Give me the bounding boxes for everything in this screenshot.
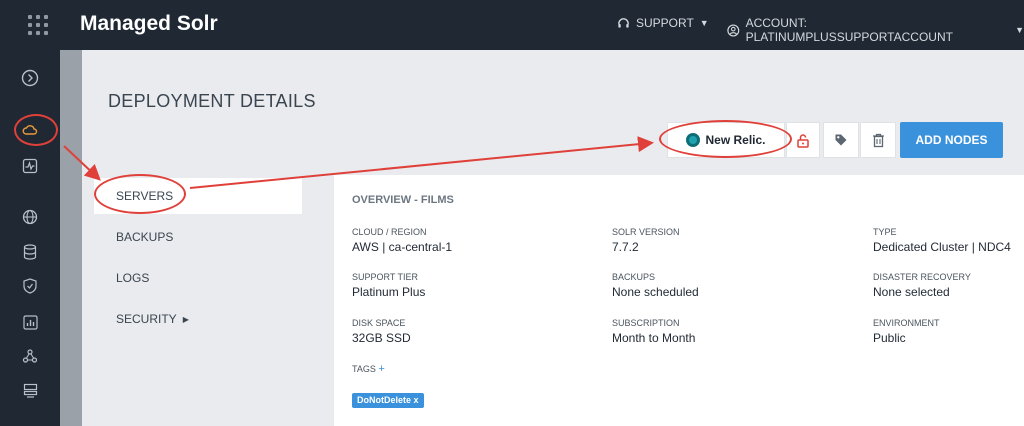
- field-value: None selected: [873, 285, 950, 299]
- tags-label-text: TAGS: [352, 364, 376, 374]
- add-nodes-button[interactable]: ADD NODES: [900, 122, 1003, 158]
- overview-title: OVERVIEW - FILMS: [352, 194, 454, 206]
- network-icon[interactable]: [20, 346, 40, 366]
- globe-icon[interactable]: [20, 207, 40, 227]
- tags-label: TAGS +: [352, 363, 385, 375]
- tag-button[interactable]: [823, 122, 859, 158]
- nav-item-backups[interactable]: BACKUPS: [94, 219, 302, 255]
- field-value: AWS | ca-central-1: [352, 240, 453, 254]
- headset-icon: [618, 17, 629, 28]
- nav-item-label: BACKUPS: [116, 230, 174, 244]
- support-menu[interactable]: SUPPORT ▼: [617, 16, 709, 30]
- field-value: None scheduled: [612, 285, 699, 299]
- delete-button[interactable]: [860, 122, 896, 158]
- field-label: TYPE: [873, 227, 897, 237]
- field-value: Public: [873, 331, 906, 345]
- field-value: Dedicated Cluster | NDC4: [873, 240, 1011, 254]
- activity-icon[interactable]: [20, 156, 40, 176]
- field-label: DISK SPACE: [352, 318, 406, 328]
- field-value: Platinum Plus: [352, 285, 426, 299]
- trash-icon: [872, 133, 884, 147]
- app-title: Managed Solr: [80, 12, 218, 35]
- chevron-down-icon: ▼: [1015, 25, 1024, 35]
- left-rail: [0, 50, 60, 426]
- annotation-circle: [94, 174, 186, 214]
- overview-panel: OVERVIEW - FILMS CLOUD / REGION AWS | ca…: [334, 175, 1024, 426]
- field-label: SOLR VERSION: [612, 227, 680, 237]
- account-menu[interactable]: ACCOUNT: PLATINUMPLUSSUPPORTACCOUNT ▼: [727, 16, 1024, 44]
- expand-icon[interactable]: [20, 68, 40, 88]
- page-title: DEPLOYMENT DETAILS: [108, 91, 316, 111]
- account-label: ACCOUNT: PLATINUMPLUSSUPPORTACCOUNT: [745, 16, 953, 44]
- nav-item-security[interactable]: SECURITY ▶: [94, 301, 302, 337]
- chevron-down-icon: ▼: [699, 18, 709, 28]
- chart-icon[interactable]: [20, 312, 40, 332]
- field-value: 32GB SSD: [352, 331, 411, 345]
- caret-right-icon: ▶: [182, 314, 189, 324]
- nav-item-logs[interactable]: LOGS: [94, 260, 302, 296]
- tag-chip[interactable]: DoNotDelete x: [352, 393, 424, 408]
- unlock-icon: [797, 133, 809, 148]
- annotation-circle: [14, 114, 58, 146]
- support-label: SUPPORT: [636, 16, 694, 30]
- field-value: Month to Month: [612, 331, 696, 345]
- nav-item-label: SECURITY: [116, 312, 177, 326]
- field-label: BACKUPS: [612, 272, 656, 282]
- tag-icon: [835, 134, 847, 146]
- top-bar: Managed Solr SUPPORT ▼ ACCOUNT: PLATINUM…: [0, 0, 1024, 50]
- field-label: DISASTER RECOVERY: [873, 272, 971, 282]
- field-label: CLOUD / REGION: [352, 227, 427, 237]
- field-label: SUPPORT TIER: [352, 272, 419, 282]
- secondary-gutter: [60, 50, 82, 426]
- shield-icon[interactable]: [20, 276, 40, 296]
- database-icon[interactable]: [20, 242, 40, 262]
- field-value: 7.7.2: [612, 240, 639, 254]
- user-icon: [727, 24, 740, 36]
- annotation-circle: [659, 120, 792, 158]
- main-content: DEPLOYMENT DETAILS New Relic. ADD NODES …: [82, 50, 1024, 426]
- add-tag-button[interactable]: +: [378, 363, 384, 375]
- server-icon[interactable]: [20, 380, 40, 400]
- field-label: ENVIRONMENT: [873, 318, 940, 328]
- apps-grid-icon[interactable]: [28, 15, 48, 35]
- field-label: SUBSCRIPTION: [612, 318, 680, 328]
- nav-item-label: LOGS: [116, 271, 150, 285]
